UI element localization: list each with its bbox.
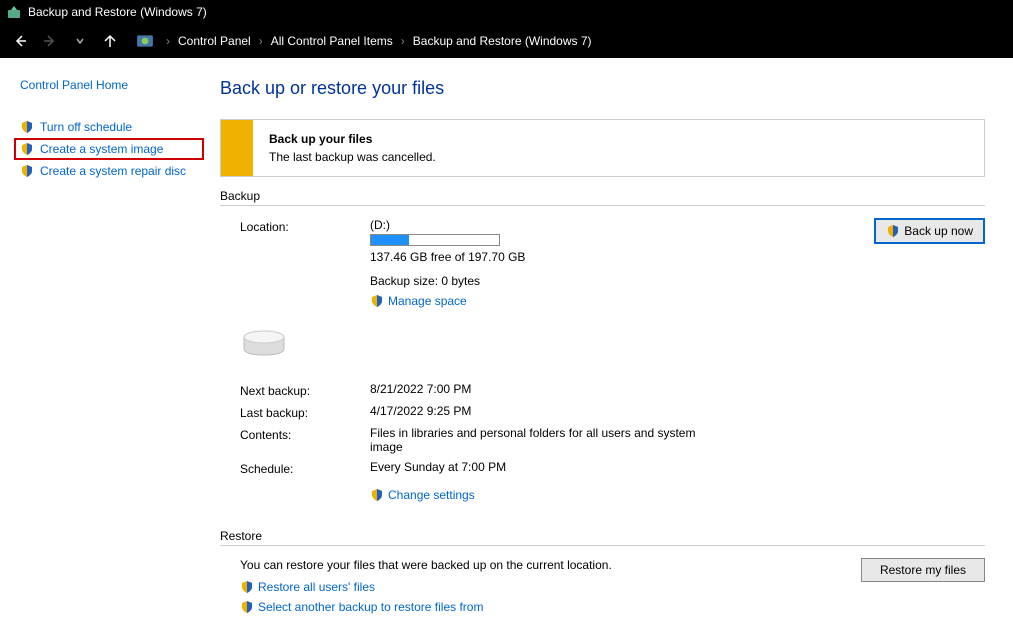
sidebar-link-label: Create a system image: [40, 142, 163, 156]
chevron-right-icon: ›: [162, 34, 174, 48]
restore-left: You can restore your files that were bac…: [240, 558, 861, 620]
alert-strip: [221, 120, 253, 176]
disk-icon-wrap: [240, 317, 350, 362]
restore-my-files-label: Restore my files: [880, 563, 966, 577]
alert-body: Back up your files The last backup was c…: [253, 120, 452, 176]
sidebar-link-turn-off-schedule[interactable]: Turn off schedule: [20, 116, 198, 138]
restore-my-files-button[interactable]: Restore my files: [861, 558, 985, 582]
shield-icon: [20, 120, 34, 134]
location-value-block: (D:) 137.46 GB free of 197.70 GB Backup …: [370, 218, 835, 311]
sidebar-link-create-system-image[interactable]: Create a system image: [14, 138, 204, 160]
sidebar: Control Panel Home Turn off schedule Cre…: [0, 58, 210, 620]
change-settings-label: Change settings: [388, 488, 475, 502]
location-drive: (D:): [370, 218, 835, 232]
arrow-right-icon: [42, 33, 58, 49]
arrow-left-icon: [12, 33, 28, 49]
chevron-right-icon: ›: [255, 34, 267, 48]
section-divider: [220, 545, 985, 546]
backup-now-button-wrap: Back up now: [874, 218, 985, 244]
next-backup-label: Next backup:: [240, 382, 350, 398]
navbar: › Control Panel › All Control Panel Item…: [0, 24, 1013, 58]
last-backup-value: 4/17/2022 9:25 PM: [370, 404, 710, 420]
alert-title: Back up your files: [269, 132, 436, 146]
manage-space-label: Manage space: [388, 294, 467, 308]
control-panel-icon: [136, 32, 154, 50]
nav-forward-button[interactable]: [38, 29, 62, 53]
arrow-up-icon: [102, 33, 118, 49]
page-title: Back up or restore your files: [220, 78, 985, 99]
chevron-right-icon: ›: [397, 34, 409, 48]
backup-size-text: Backup size: 0 bytes: [370, 274, 835, 288]
shield-icon: [240, 580, 254, 594]
breadcrumb: › Control Panel › All Control Panel Item…: [136, 32, 592, 50]
schedule-value-block: Every Sunday at 7:00 PM Change settings: [370, 460, 710, 505]
restore-all-users-link[interactable]: Restore all users' files: [240, 580, 861, 594]
sidebar-link-create-repair-disc[interactable]: Create a system repair disc: [20, 160, 198, 182]
shield-icon: [20, 142, 34, 156]
sidebar-link-label: Turn off schedule: [40, 120, 132, 134]
backup-now-label: Back up now: [904, 224, 973, 238]
breadcrumb-item-control-panel[interactable]: Control Panel: [178, 34, 251, 48]
shield-icon: [370, 294, 384, 308]
disk-free-text: 137.46 GB free of 197.70 GB: [370, 250, 835, 264]
main-area: Control Panel Home Turn off schedule Cre…: [0, 58, 1013, 620]
schedule-label: Schedule:: [240, 460, 350, 505]
shield-icon: [20, 164, 34, 178]
nav-back-button[interactable]: [8, 29, 32, 53]
hard-drive-icon: [240, 327, 288, 359]
next-backup-value: 8/21/2022 7:00 PM: [370, 382, 710, 398]
breadcrumb-item-all-items[interactable]: All Control Panel Items: [271, 34, 393, 48]
schedule-value: Every Sunday at 7:00 PM: [370, 460, 710, 474]
chevron-down-icon: [75, 36, 85, 46]
contents-value: Files in libraries and personal folders …: [370, 426, 710, 454]
section-divider: [220, 205, 985, 206]
disk-usage-bar: [370, 234, 500, 246]
change-settings-link[interactable]: Change settings: [370, 488, 475, 502]
restore-text: You can restore your files that were bac…: [240, 558, 861, 572]
nav-recent-dropdown[interactable]: [68, 29, 92, 53]
backup-grid: Location: (D:) 137.46 GB free of 197.70 …: [220, 218, 985, 362]
alert-text: The last backup was cancelled.: [269, 150, 436, 164]
shield-icon: [886, 224, 900, 238]
location-label: Location:: [240, 218, 350, 234]
select-another-backup-label: Select another backup to restore files f…: [258, 600, 483, 614]
restore-links: Restore all users' files Select another …: [240, 580, 861, 614]
shield-icon: [240, 600, 254, 614]
last-backup-label: Last backup:: [240, 404, 350, 420]
restore-all-users-label: Restore all users' files: [258, 580, 375, 594]
select-another-backup-link[interactable]: Select another backup to restore files f…: [240, 600, 861, 614]
content: Back up or restore your files Back up yo…: [210, 58, 1013, 620]
breadcrumb-item-backup-restore[interactable]: Backup and Restore (Windows 7): [413, 34, 592, 48]
restore-row: You can restore your files that were bac…: [220, 558, 985, 620]
restore-section-heading: Restore: [220, 529, 985, 543]
sidebar-link-label: Create a system repair disc: [40, 164, 186, 178]
manage-space-link[interactable]: Manage space: [370, 294, 467, 308]
alert-box: Back up your files The last backup was c…: [220, 119, 985, 177]
backup-section-heading: Backup: [220, 189, 985, 203]
nav-up-button[interactable]: [98, 29, 122, 53]
contents-label: Contents:: [240, 426, 350, 454]
restore-button-wrap: Restore my files: [861, 558, 985, 582]
window-title: Backup and Restore (Windows 7): [28, 5, 207, 19]
sidebar-heading[interactable]: Control Panel Home: [20, 78, 198, 92]
disk-usage-fill: [371, 235, 409, 245]
backup-now-button[interactable]: Back up now: [874, 218, 985, 244]
titlebar: Backup and Restore (Windows 7): [0, 0, 1013, 24]
shield-icon: [370, 488, 384, 502]
backup-app-icon: [6, 4, 22, 20]
backup-info-grid: Next backup: 8/21/2022 7:00 PM Last back…: [220, 382, 985, 505]
